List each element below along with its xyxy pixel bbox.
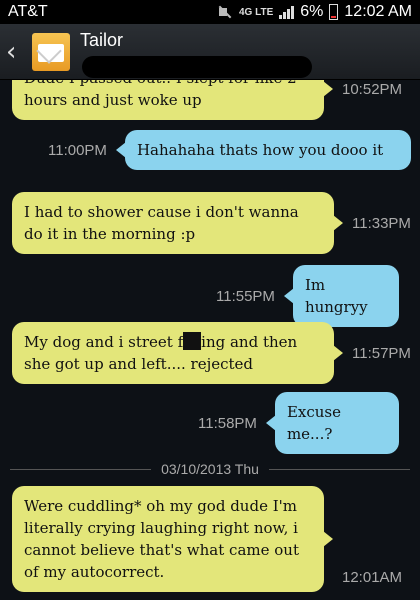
redacted-number	[82, 56, 312, 78]
mute-icon	[217, 5, 233, 19]
message-time: 11:58PM	[198, 414, 257, 432]
message-incoming[interactable]: I had to shower cause i don't wanna do i…	[12, 192, 411, 254]
message-outgoing[interactable]: 11:00PM Hahahaha thats how you dooo it	[48, 130, 411, 170]
message-outgoing[interactable]: 11:55PM Im hungryy	[216, 265, 399, 327]
message-time: 11:33PM	[352, 214, 411, 232]
message-time: 11:57PM	[352, 344, 411, 362]
message-incoming[interactable]: My dog and i street f ing and then she go…	[12, 322, 411, 384]
back-arrow-icon[interactable]: ‹	[6, 39, 26, 65]
message-bubble[interactable]: Dude I passed out.. I slept for like 2 h…	[12, 80, 333, 120]
message-time: 11:55PM	[216, 287, 275, 305]
battery-icon	[329, 4, 339, 20]
message-text-part: My dog and i street f	[24, 333, 184, 351]
envelope-icon[interactable]	[32, 32, 70, 71]
carrier-label: AT&T	[8, 3, 48, 20]
battery-percent: 6%	[300, 3, 324, 20]
message-outgoing[interactable]: 11:58PM Excuse me...?	[198, 392, 399, 454]
contact-name[interactable]: Tailor	[80, 30, 123, 51]
signal-icon	[279, 5, 295, 19]
message-incoming[interactable]: Were cuddling* oh my god dude I'm litera…	[12, 486, 402, 592]
message-incoming[interactable]: Dude I passed out.. I slept for like 2 h…	[12, 80, 402, 120]
message-bubble[interactable]: I had to shower cause i don't wanna do i…	[12, 192, 343, 254]
message-bubble[interactable]: Excuse me...?	[265, 392, 399, 454]
message-bubble[interactable]: Were cuddling* oh my god dude I'm litera…	[12, 486, 333, 592]
message-bubble[interactable]: Im hungryy	[283, 265, 399, 327]
date-separator-label: 03/10/2013 Thu	[161, 461, 259, 477]
date-separator: 03/10/2013 Thu	[10, 458, 410, 480]
message-time: 12:01AM	[342, 569, 403, 586]
message-time: 11:00PM	[48, 141, 107, 159]
censor-block	[183, 332, 202, 350]
conversation-header: ‹ Tailor	[0, 24, 420, 80]
divider	[268, 468, 410, 470]
message-thread[interactable]: Dude I passed out.. I slept for like 2 h…	[0, 80, 420, 600]
clock: 12:02 AM	[344, 3, 412, 20]
network-type-label: 4G LTE	[239, 6, 274, 18]
message-time: 10:52PM	[342, 80, 403, 98]
status-bar: AT&T 4G LTE 6% 12:02 AM	[0, 0, 420, 24]
divider	[10, 468, 152, 470]
message-bubble[interactable]: My dog and i street f ing and then she go…	[12, 322, 343, 384]
message-bubble[interactable]: Hahahaha thats how you dooo it	[115, 130, 411, 170]
